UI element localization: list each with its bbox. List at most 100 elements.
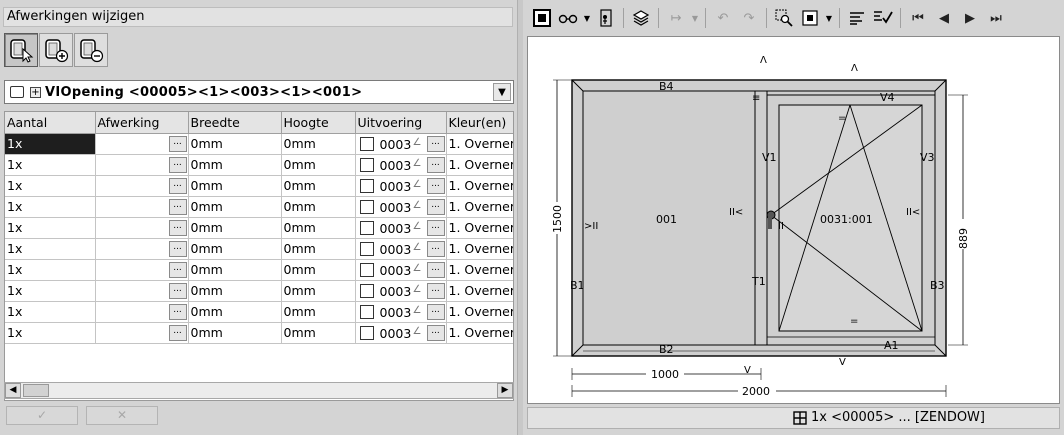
scroll-thumb[interactable]	[23, 384, 49, 397]
afwerking-browse-button[interactable]: ...	[168, 282, 187, 299]
dimension-icon[interactable]: ↦	[664, 6, 688, 30]
table-row[interactable]: 1x... 0mm 0mm 0003 ∠... 1. Overner	[5, 280, 513, 302]
cell-afwerking[interactable]: ...	[95, 322, 189, 344]
cell-hoogte[interactable]: 0mm	[281, 301, 356, 323]
panel-splitter[interactable]	[517, 0, 523, 435]
box-icon[interactable]	[798, 6, 822, 30]
prev-icon[interactable]: ◀	[932, 6, 956, 30]
glasses-icon[interactable]	[556, 6, 580, 30]
uitvoering-checkbox[interactable]	[359, 305, 374, 319]
cancel-button[interactable]: ✕	[86, 406, 158, 425]
cell-aantal[interactable]: 1x	[5, 259, 96, 281]
chevron-down-icon[interactable]: ▼	[493, 83, 511, 101]
table-row[interactable]: 1x... 0mm 0mm 0003 ∠... 1. Overner	[5, 133, 513, 155]
afwerking-browse-button[interactable]: ...	[168, 303, 187, 320]
cell-uitvoering[interactable]: 0003 ∠...	[355, 133, 447, 155]
cell-uitvoering[interactable]: 0003 ∠...	[355, 217, 447, 239]
cell-breedte[interactable]: 0mm	[188, 217, 282, 239]
cell-aantal[interactable]: 1x	[5, 217, 96, 239]
table-row[interactable]: 1x... 0mm 0mm 0003 ∠... 1. Overner	[5, 217, 513, 239]
cell-breedte[interactable]: 0mm	[188, 301, 282, 323]
cell-uitvoering[interactable]: 0003 ∠...	[355, 238, 447, 260]
window-drawing-canvas[interactable]: B4 V4 V1 V3 B1 B3 T1 B2 A1 001 0031:001 …	[527, 36, 1060, 404]
uitvoering-checkbox[interactable]	[359, 284, 374, 298]
cell-aantal[interactable]: 1x	[5, 238, 96, 260]
cell-hoogte[interactable]: 0mm	[281, 259, 356, 281]
last-icon[interactable]: ⏭	[984, 6, 1008, 30]
cell-uitvoering[interactable]: 0003 ∠...	[355, 322, 447, 344]
cell-hoogte[interactable]: 0mm	[281, 217, 356, 239]
uitvoering-checkbox[interactable]	[359, 137, 374, 151]
cell-uitvoering[interactable]: 0003 ∠...	[355, 259, 447, 281]
cell-hoogte[interactable]: 0mm	[281, 238, 356, 260]
table-row[interactable]: 1x... 0mm 0mm 0003 ∠... 1. Overner	[5, 301, 513, 323]
uitvoering-browse-button[interactable]: ...	[426, 261, 445, 278]
cell-uitvoering[interactable]: 0003 ∠...	[355, 154, 447, 176]
column-header-kleur[interactable]: Kleur(en)	[446, 112, 513, 134]
uitvoering-browse-button[interactable]: ...	[426, 324, 445, 341]
cell-aantal[interactable]: 1x	[5, 154, 96, 176]
cell-kleur[interactable]: 1. Overner	[446, 322, 513, 344]
scroll-left-icon[interactable]: ◀	[5, 383, 21, 398]
cell-afwerking[interactable]: ...	[95, 217, 189, 239]
cell-afwerking[interactable]: ...	[95, 133, 189, 155]
cell-afwerking[interactable]: ...	[95, 175, 189, 197]
cell-breedte[interactable]: 0mm	[188, 175, 282, 197]
dropdown-icon[interactable]: ▼	[690, 14, 700, 23]
cell-breedte[interactable]: 0mm	[188, 133, 282, 155]
cell-kleur[interactable]: 1. Overner	[446, 133, 513, 155]
first-icon[interactable]: ⏮	[906, 6, 930, 30]
cell-afwerking[interactable]: ...	[95, 196, 189, 218]
cell-aantal[interactable]: 1x	[5, 133, 96, 155]
cell-afwerking[interactable]: ...	[95, 154, 189, 176]
table-row[interactable]: 1x... 0mm 0mm 0003 ∠... 1. Overner	[5, 154, 513, 176]
uitvoering-browse-button[interactable]: ...	[426, 177, 445, 194]
afwerking-browse-button[interactable]: ...	[168, 177, 187, 194]
cell-hoogte[interactable]: 0mm	[281, 133, 356, 155]
cell-afwerking[interactable]: ...	[95, 280, 189, 302]
cell-afwerking[interactable]: ...	[95, 238, 189, 260]
cell-breedte[interactable]: 0mm	[188, 322, 282, 344]
cell-hoogte[interactable]: 0mm	[281, 154, 356, 176]
select-mode-button[interactable]	[4, 33, 38, 67]
cell-kleur[interactable]: 1. Overner	[446, 196, 513, 218]
remove-mode-button[interactable]	[74, 33, 108, 67]
dropdown-icon[interactable]: ▼	[582, 14, 592, 23]
cell-hoogte[interactable]: 0mm	[281, 196, 356, 218]
cell-breedte[interactable]: 0mm	[188, 196, 282, 218]
cell-kleur[interactable]: 1. Overner	[446, 301, 513, 323]
uitvoering-checkbox[interactable]	[359, 263, 374, 277]
scroll-right-icon[interactable]: ▶	[497, 383, 513, 398]
cell-breedte[interactable]: 0mm	[188, 238, 282, 260]
zoom-icon[interactable]	[772, 6, 796, 30]
add-mode-button[interactable]	[39, 33, 73, 67]
cell-aantal[interactable]: 1x	[5, 322, 96, 344]
cell-kleur[interactable]: 1. Overner	[446, 217, 513, 239]
cell-aantal[interactable]: 1x	[5, 280, 96, 302]
column-header-afwerking[interactable]: Afwerking	[95, 112, 189, 134]
uitvoering-checkbox[interactable]	[359, 179, 374, 193]
cell-breedte[interactable]: 0mm	[188, 280, 282, 302]
table-row[interactable]: 1x... 0mm 0mm 0003 ∠... 1. Overner	[5, 238, 513, 260]
undo-icon[interactable]: ↶	[711, 6, 735, 30]
column-header-breedte[interactable]: Breedte	[188, 112, 282, 134]
uitvoering-checkbox[interactable]	[359, 326, 374, 340]
cell-uitvoering[interactable]: 0003 ∠...	[355, 196, 447, 218]
column-header-aantal[interactable]: Aantal	[5, 112, 96, 134]
cell-uitvoering[interactable]: 0003 ∠...	[355, 280, 447, 302]
afwerking-browse-button[interactable]: ...	[168, 198, 187, 215]
uitvoering-browse-button[interactable]: ...	[426, 282, 445, 299]
afwerking-browse-button[interactable]: ...	[168, 219, 187, 236]
uitvoering-checkbox[interactable]	[359, 158, 374, 172]
afwerking-browse-button[interactable]: ...	[168, 135, 187, 152]
layers-icon[interactable]	[629, 6, 653, 30]
horizontal-scrollbar[interactable]: ◀ ▶	[4, 382, 514, 399]
frame-view-icon[interactable]	[530, 6, 554, 30]
uitvoering-browse-button[interactable]: ...	[426, 240, 445, 257]
uitvoering-browse-button[interactable]: ...	[426, 198, 445, 215]
table-row[interactable]: 1x... 0mm 0mm 0003 ∠... 1. Overner	[5, 259, 513, 281]
redo-icon[interactable]: ↷	[737, 6, 761, 30]
dropdown-icon[interactable]: ▼	[824, 14, 834, 23]
cell-kleur[interactable]: 1. Overner	[446, 154, 513, 176]
cell-aantal[interactable]: 1x	[5, 301, 96, 323]
